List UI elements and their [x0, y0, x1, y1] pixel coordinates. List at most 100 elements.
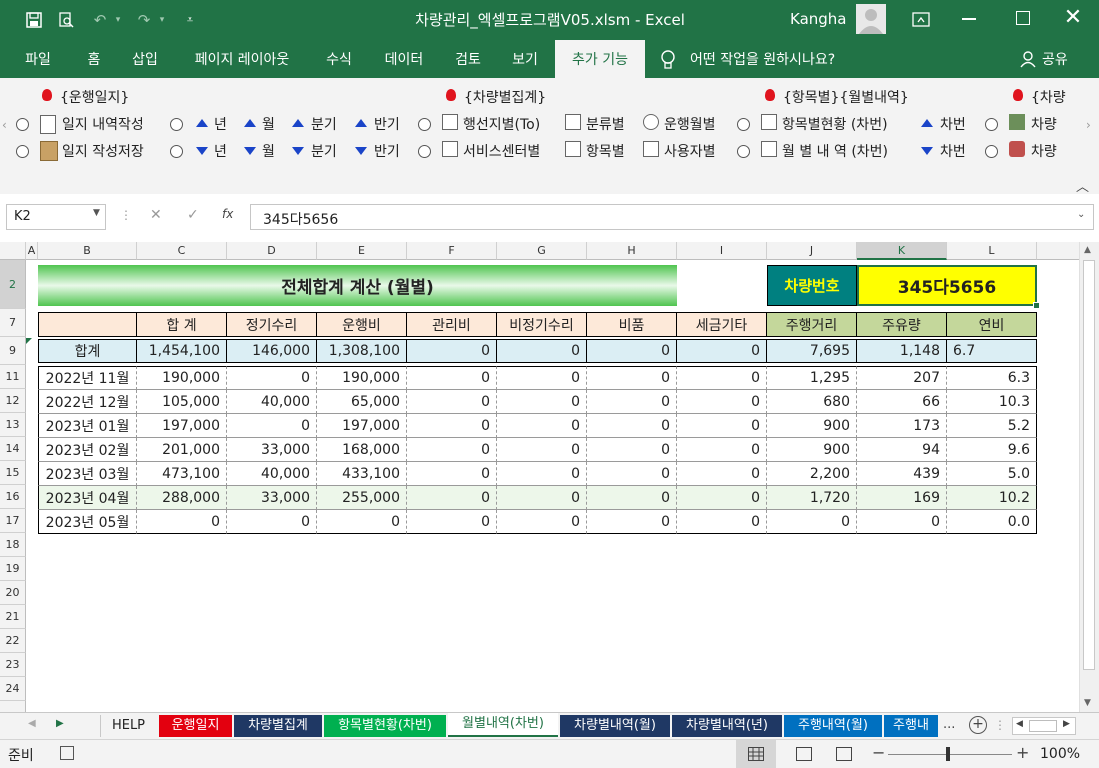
maximize-icon[interactable]	[1016, 11, 1030, 25]
table-cell[interactable]: 33,000	[227, 438, 317, 462]
column-header-e[interactable]: E	[317, 242, 407, 260]
tab-view[interactable]: 보기	[502, 40, 548, 78]
period-quarter-down[interactable]: 분기	[311, 141, 337, 161]
table-cell[interactable]: 0	[497, 486, 587, 510]
zoom-in-icon[interactable]: +	[1016, 743, 1029, 762]
zoom-out-icon[interactable]: −	[872, 743, 885, 762]
customize-qat-icon[interactable]: ⩡	[180, 10, 200, 30]
down-arrow-icon[interactable]	[921, 147, 933, 155]
sheet-tab[interactable]: 월별내역(차번)	[448, 713, 558, 737]
table-cell[interactable]: 201,000	[137, 438, 227, 462]
tab-scroll-right-icon[interactable]: ▶	[56, 718, 64, 729]
horizontal-scrollbar[interactable]: ◀ ▶	[1012, 717, 1076, 735]
radio-period-down[interactable]	[170, 145, 183, 158]
table-cell[interactable]: 439	[857, 462, 947, 486]
share-button[interactable]: 공유	[1042, 40, 1068, 78]
table-cell[interactable]: 5.0	[947, 462, 1037, 486]
enter-icon[interactable]: ✓	[187, 207, 199, 223]
table-cell[interactable]: 0	[677, 366, 767, 390]
table-cell[interactable]: 0	[677, 462, 767, 486]
up-arrow-icon[interactable]	[921, 119, 933, 127]
tab-formulas[interactable]: 수식	[316, 40, 362, 78]
table-cell[interactable]: 190,000	[317, 366, 407, 390]
table-cell[interactable]: 0	[587, 366, 677, 390]
table-cell[interactable]: 0	[497, 510, 587, 534]
print-preview-icon[interactable]	[56, 10, 76, 30]
zoom-slider[interactable]	[888, 754, 1012, 755]
tell-me-search[interactable]: 어떤 작업을 원하시나요?	[690, 40, 835, 78]
table-cell[interactable]: 9.6	[947, 438, 1037, 462]
ribbon-display-options-icon[interactable]	[912, 12, 930, 28]
table-cell[interactable]: 0	[587, 462, 677, 486]
close-icon[interactable]: ✕	[1062, 6, 1084, 32]
table-cell[interactable]: 0	[587, 414, 677, 438]
row-header-22[interactable]: 22	[0, 629, 26, 653]
column-header-d[interactable]: D	[227, 242, 317, 260]
sheet-tab[interactable]: 차량별내역(년)	[672, 715, 782, 737]
up-arrow-icon[interactable]	[292, 119, 304, 127]
table-cell[interactable]: 105,000	[137, 390, 227, 414]
table-cell[interactable]: 6.3	[947, 366, 1037, 390]
sheet-tab[interactable]: 차량별집계	[234, 715, 322, 737]
avatar[interactable]	[856, 4, 886, 34]
redo-dropdown-icon[interactable]: ▾	[152, 10, 172, 30]
table-cell[interactable]: 1,720	[767, 486, 857, 510]
sheet-tab[interactable]: 항목별현황(차번)	[324, 715, 446, 737]
table-cell[interactable]: 190,000	[137, 366, 227, 390]
table-cell[interactable]: 197,000	[317, 414, 407, 438]
radio-period-up[interactable]	[170, 118, 183, 131]
hscroll-left-icon[interactable]: ◀	[1016, 719, 1023, 729]
tab-add-ins[interactable]: 추가 기능	[555, 40, 645, 78]
table-cell[interactable]: 680	[767, 390, 857, 414]
cancel-icon[interactable]: ✕	[150, 207, 162, 223]
table-cell[interactable]: 168,000	[317, 438, 407, 462]
table-cell[interactable]: 0	[227, 510, 317, 534]
table-cell[interactable]: 0	[137, 510, 227, 534]
table-cell[interactable]: 0	[317, 510, 407, 534]
column-header-j[interactable]: J	[767, 242, 857, 260]
scroll-down-icon[interactable]: ▼	[1084, 698, 1091, 708]
table-cell[interactable]: 94	[857, 438, 947, 462]
row-header-2[interactable]: 2	[0, 260, 26, 309]
ribbon-vehicle-up[interactable]: 차번	[940, 114, 966, 134]
table-cell[interactable]: 40,000	[227, 462, 317, 486]
radio-log-write[interactable]	[16, 118, 29, 131]
ribbon-by-month[interactable]: 운행월별	[664, 114, 716, 134]
ribbon-vehicle-down[interactable]: 차번	[940, 141, 966, 161]
ribbon-scroll-left-icon[interactable]: ‹	[2, 118, 7, 132]
table-cell[interactable]: 473,100	[137, 462, 227, 486]
select-all-corner[interactable]	[0, 242, 26, 260]
expand-formula-icon[interactable]: ⌄	[1077, 209, 1085, 220]
more-sheets-icon[interactable]: ...	[943, 717, 955, 732]
sheet-tab[interactable]: 주행내역(월)	[784, 715, 882, 737]
table-cell[interactable]: 0	[227, 414, 317, 438]
tab-insert[interactable]: 삽입	[122, 40, 168, 78]
ribbon-by-item[interactable]: 항목별	[586, 141, 625, 161]
ribbon-vehicle-b[interactable]: 차량	[1031, 141, 1061, 161]
scroll-thumb[interactable]	[1083, 260, 1095, 670]
table-cell[interactable]: 900	[767, 438, 857, 462]
ribbon-by-service-center[interactable]: 서비스센터별	[463, 141, 540, 161]
user-name[interactable]: Kangha	[790, 0, 847, 40]
table-cell[interactable]: 0	[497, 438, 587, 462]
table-cell[interactable]: 255,000	[317, 486, 407, 510]
row-header-16[interactable]: 16	[0, 485, 26, 509]
table-cell[interactable]: 173	[857, 414, 947, 438]
row-header-23[interactable]: 23	[0, 653, 26, 677]
table-cell[interactable]: 433,100	[317, 462, 407, 486]
row-header-14[interactable]: 14	[0, 437, 26, 461]
table-cell[interactable]: 2022년 11월	[38, 366, 137, 390]
tab-page-layout[interactable]: 페이지 레이아웃	[178, 40, 306, 78]
table-cell[interactable]: 0	[407, 414, 497, 438]
table-cell[interactable]: 1,295	[767, 366, 857, 390]
name-box[interactable]: K2 ▼	[6, 204, 106, 230]
period-half-up[interactable]: 반기	[374, 114, 400, 134]
table-cell[interactable]: 0	[227, 366, 317, 390]
table-cell[interactable]: 0	[677, 438, 767, 462]
table-cell[interactable]: 0	[587, 486, 677, 510]
tab-home[interactable]: 홈	[74, 40, 114, 78]
radio-item-a[interactable]	[737, 118, 750, 131]
table-cell[interactable]: 0.0	[947, 510, 1037, 534]
period-month-down[interactable]: 월	[262, 141, 275, 161]
table-cell[interactable]: 0	[497, 366, 587, 390]
